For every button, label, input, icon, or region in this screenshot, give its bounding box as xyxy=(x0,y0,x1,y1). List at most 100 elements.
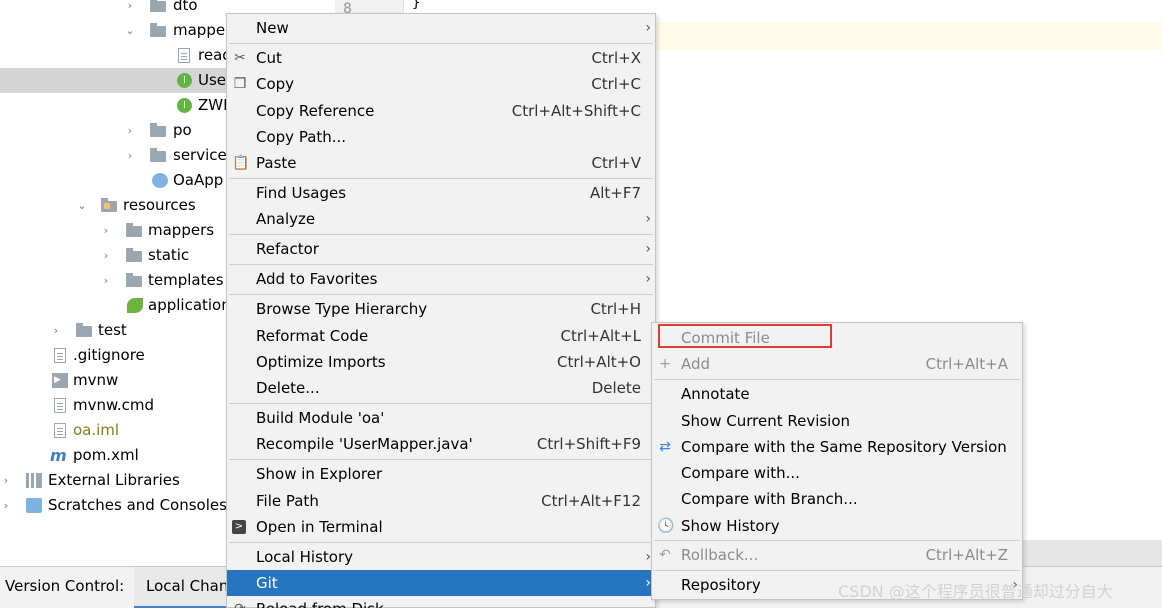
menu-item-analyze[interactable]: Analyze › xyxy=(227,206,655,232)
tree-item-service[interactable]: › service xyxy=(0,143,228,168)
menu-item-label: Analyze xyxy=(256,210,316,228)
menu-item-label: Rollback... xyxy=(681,546,759,564)
menu-item-compare-with-branch[interactable]: Compare with Branch... xyxy=(652,486,1022,512)
menu-item-file-path[interactable]: File Path Ctrl+Alt+F12 xyxy=(227,488,655,514)
menu-item-copy[interactable]: ❐ Copy Ctrl+C xyxy=(227,71,655,97)
menu-item-label: Refactor xyxy=(256,240,319,258)
tree-item-label: External Libraries xyxy=(48,471,180,489)
chevron-right-icon[interactable]: › xyxy=(50,318,62,343)
tree-item-label: read xyxy=(198,46,228,64)
menu-item-label: Copy Path... xyxy=(256,128,347,146)
menu-item-show-history[interactable]: 🕓 Show History xyxy=(652,513,1022,539)
submenu-arrow-icon: › xyxy=(645,211,651,227)
compare-arrows-icon: ⇄ xyxy=(659,439,671,455)
menu-item-copy-reference[interactable]: Copy Reference Ctrl+Alt+Shift+C xyxy=(227,98,655,124)
tree-item-gitignore[interactable]: .gitignore xyxy=(0,343,228,368)
chevron-down-icon[interactable]: ⌄ xyxy=(76,193,88,218)
menu-item-open-in-terminal[interactable]: > Open in Terminal xyxy=(227,514,655,540)
tree-item-label: oa.iml xyxy=(73,421,120,439)
menu-item-reformat-code[interactable]: Reformat Code Ctrl+Alt+L xyxy=(227,323,655,349)
tree-item-test[interactable]: › test xyxy=(0,318,228,343)
tree-item-mvnw-cmd[interactable]: mvnw.cmd xyxy=(0,393,228,418)
tree-item-oaapp[interactable]: OaApp xyxy=(0,168,228,193)
submenu-arrow-icon: › xyxy=(645,241,651,257)
chevron-right-icon[interactable]: › xyxy=(124,143,136,168)
menu-item-optimize-imports[interactable]: Optimize Imports Ctrl+Alt+O xyxy=(227,349,655,375)
chevron-right-icon[interactable]: › xyxy=(100,243,112,268)
menu-item-label: Optimize Imports xyxy=(256,353,386,371)
menu-item-browse-type-hierarchy[interactable]: Browse Type Hierarchy Ctrl+H xyxy=(227,296,655,322)
menu-separator xyxy=(229,403,653,404)
menu-item-annotate[interactable]: Annotate xyxy=(652,381,1022,407)
tree-item-mvnw[interactable]: mvnw xyxy=(0,368,228,393)
chevron-right-icon[interactable]: › xyxy=(100,218,112,243)
tree-item-po[interactable]: › po xyxy=(0,118,228,143)
menu-item-label: Copy Reference xyxy=(256,102,375,120)
clipboard-icon: 📋 xyxy=(232,155,250,171)
menu-item-cut[interactable]: ✂ Cut Ctrl+X xyxy=(227,45,655,71)
menu-item-rollback[interactable]: ↶ Rollback... Ctrl+Alt+Z xyxy=(652,542,1022,568)
menu-item-find-usages[interactable]: Find Usages Alt+F7 xyxy=(227,180,655,206)
menu-item-shortcut: Ctrl+Alt+L xyxy=(560,327,642,345)
tree-item-static[interactable]: › static xyxy=(0,243,228,268)
menu-item-compare-with[interactable]: Compare with... xyxy=(652,460,1022,486)
menu-item-local-history[interactable]: Local History › xyxy=(227,544,655,570)
spring-app-icon xyxy=(152,173,168,188)
menu-item-git[interactable]: Git › xyxy=(227,570,655,596)
menu-separator xyxy=(229,294,653,295)
menu-item-label: Reformat Code xyxy=(256,327,369,345)
chevron-right-icon[interactable]: › xyxy=(124,118,136,143)
menu-separator xyxy=(229,264,653,265)
menu-item-show-in-explorer[interactable]: Show in Explorer xyxy=(227,461,655,487)
folder-icon xyxy=(126,223,142,237)
menu-item-add-to-favorites[interactable]: Add to Favorites › xyxy=(227,266,655,292)
tree-item-label: OaApp xyxy=(173,171,224,189)
menu-item-label: Build Module 'oa' xyxy=(256,409,385,427)
tree-item-scratches[interactable]: › Scratches and Consoles xyxy=(0,493,228,518)
tree-item-usermapper[interactable]: I Use xyxy=(0,68,228,93)
chevron-right-icon[interactable]: › xyxy=(100,268,112,293)
menu-item-compare-same-repository[interactable]: ⇄ Compare with the Same Repository Versi… xyxy=(652,434,1022,460)
menu-item-label: Cut xyxy=(256,49,282,67)
git-submenu: Commit File + Add Ctrl+Alt+A Annotate Sh… xyxy=(651,322,1023,600)
menu-item-delete[interactable]: Delete... Delete xyxy=(227,375,655,401)
tree-item-zwi[interactable]: I ZWI xyxy=(0,93,228,118)
tree-item-application[interactable]: application xyxy=(0,293,228,318)
menu-item-label: Copy xyxy=(256,75,295,93)
menu-item-show-current-revision[interactable]: Show Current Revision xyxy=(652,408,1022,434)
resources-folder-icon xyxy=(101,198,117,212)
chevron-right-icon[interactable]: › xyxy=(124,0,136,18)
module-file-icon xyxy=(54,423,66,438)
menu-separator xyxy=(654,570,1020,571)
menu-item-shortcut: Ctrl+Alt+Shift+C xyxy=(511,102,641,120)
menu-item-reload-from-disk[interactable]: ⟳ Reload from Disk xyxy=(227,596,655,608)
tree-item-oa-iml[interactable]: oa.iml xyxy=(0,418,228,443)
undo-icon: ↶ xyxy=(659,547,671,563)
folder-icon xyxy=(76,323,92,337)
menu-item-copy-path[interactable]: Copy Path... xyxy=(227,124,655,150)
tree-item-resources[interactable]: ⌄ resources xyxy=(0,193,228,218)
tree-item-dto[interactable]: › dto xyxy=(0,0,228,18)
shell-script-icon xyxy=(52,373,68,388)
tree-item-readme[interactable]: read xyxy=(0,43,228,68)
menu-item-paste[interactable]: 📋 Paste Ctrl+V xyxy=(227,150,655,176)
menu-item-refactor[interactable]: Refactor › xyxy=(227,236,655,262)
menu-item-shortcut: Ctrl+Alt+A xyxy=(925,355,1008,373)
menu-item-new[interactable]: New › xyxy=(227,15,655,41)
folder-icon xyxy=(126,248,142,262)
tree-item-mappers[interactable]: › mappers xyxy=(0,218,228,243)
tab-local-changes[interactable]: Local Chan xyxy=(134,567,241,608)
tree-item-templates[interactable]: › templates xyxy=(0,268,228,293)
tree-item-pom[interactable]: m pom.xml xyxy=(0,443,228,468)
tree-item-mapper[interactable]: ⌄ mappe xyxy=(0,18,228,43)
chevron-right-icon[interactable]: › xyxy=(0,493,12,518)
menu-item-label: Repository xyxy=(681,576,761,594)
chevron-down-icon[interactable]: ⌄ xyxy=(124,18,136,43)
tree-item-label: dto xyxy=(173,0,198,14)
menu-item-build-module[interactable]: Build Module 'oa' xyxy=(227,405,655,431)
chevron-right-icon[interactable]: › xyxy=(0,468,12,493)
menu-item-recompile[interactable]: Recompile 'UserMapper.java' Ctrl+Shift+F… xyxy=(227,431,655,457)
menu-item-add[interactable]: + Add Ctrl+Alt+A xyxy=(652,351,1022,377)
menu-item-shortcut: Ctrl+Alt+O xyxy=(557,353,641,371)
tree-item-external-libraries[interactable]: › External Libraries xyxy=(0,468,228,493)
